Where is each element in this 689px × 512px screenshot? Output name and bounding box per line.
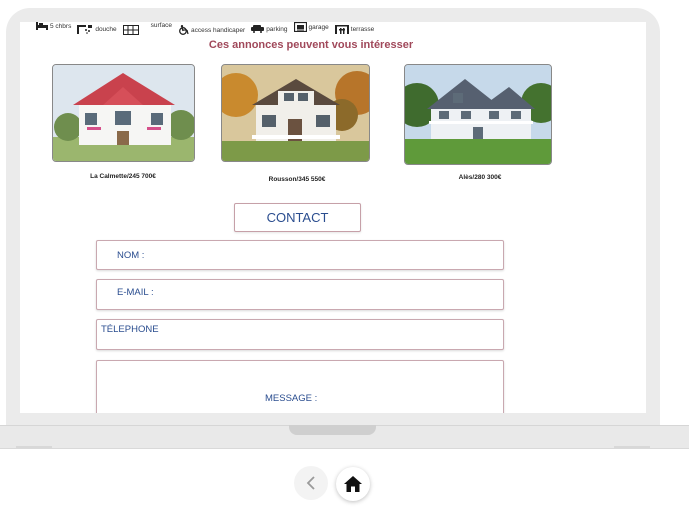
name-field[interactable]: NOM : [96,240,504,270]
home-button[interactable] [336,467,370,501]
amenities-bar: 5 chbrs douche surface access handicaper… [36,22,380,35]
amenity-bedrooms: 5 chbrs [36,22,71,30]
amenity-parking: parking [251,25,288,33]
listing-caption[interactable]: La Calmette/245 700€ [43,173,203,180]
amenity-terrace: terrasse [334,25,375,34]
phone-field[interactable]: TÉLEPHONE [96,319,504,350]
email-field[interactable]: E-MAIL : [96,279,504,310]
house-illustration [405,65,551,164]
amenity-label: douche [95,26,117,33]
phone-label: TÉLEPHONE [101,324,159,335]
amenity-label: 5 chbrs [50,22,72,30]
terrace-icon [334,25,349,34]
amenity-label: garage [308,23,329,31]
laptop-foot-right [614,446,650,448]
floor-plan-icon [122,25,139,35]
message-field[interactable]: MESSAGE : [96,360,504,413]
laptop-foot-left [16,446,52,448]
home-icon [344,476,362,492]
listing-caption[interactable]: Rousson/345 550€ [217,176,377,183]
email-label: E-MAIL : [117,287,154,298]
amenity-label: parking [266,25,288,33]
bed-icon [36,22,48,30]
amenity-label: terrasse [350,26,375,33]
shower-icon [77,25,93,34]
message-label: MESSAGE : [265,393,318,404]
suggestions-title: Ces annonces peuvent vous intéresser [208,39,414,51]
house-illustration [222,65,369,161]
amenity-accessibility: access handicaper [178,25,245,35]
house-illustration [53,65,194,161]
listing-photo[interactable] [404,64,552,165]
wheelchair-icon [179,25,189,35]
listing-photo[interactable] [52,64,195,162]
amenity-surface [122,25,141,35]
amenity-garage: garage [293,22,329,32]
back-button[interactable] [294,466,328,500]
laptop-screen: 5 chbrs douche surface access handicaper… [20,22,646,413]
amenity-label: surface [150,22,172,29]
amenity-surface-label-wrap: surface [151,22,172,29]
laptop-notch [289,425,376,435]
car-icon [251,25,265,33]
amenity-label: access handicaper [190,26,246,34]
listing-photo[interactable] [221,64,370,162]
listing-caption[interactable]: Alès/280 300€ [400,174,560,181]
garage-icon [293,22,307,32]
chevron-left-icon [306,476,315,490]
contact-button[interactable]: CONTACT [234,203,361,232]
name-label: NOM : [117,250,145,261]
amenity-shower: douche [77,25,117,34]
